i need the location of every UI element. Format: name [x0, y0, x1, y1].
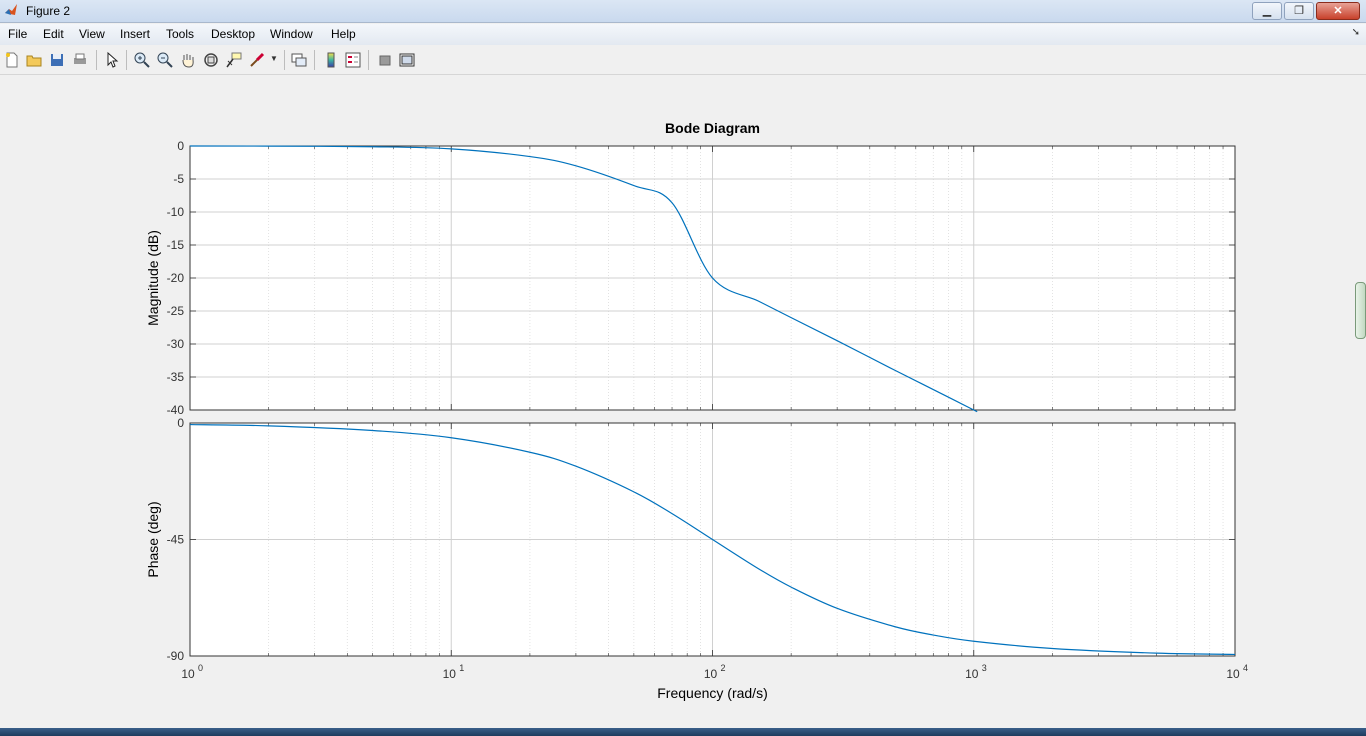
y-axis-label: Magnitude (dB): [145, 230, 161, 326]
x-axis-label: Frequency (rad/s): [657, 685, 767, 701]
y-tick-label: 0: [177, 416, 184, 430]
y-tick-label: -30: [167, 337, 185, 351]
y-tick-label: -5: [173, 172, 184, 186]
x-tick-label: 10: [1226, 667, 1240, 681]
x-tick-label: 10: [704, 667, 718, 681]
x-tick-label: 10: [965, 667, 979, 681]
y-axis-label: Phase (deg): [145, 501, 161, 577]
y-tick-label: -45: [167, 533, 185, 547]
y-tick-label: -90: [167, 649, 185, 663]
x-tick-exponent: 0: [198, 663, 203, 673]
y-tick-label: -15: [167, 238, 185, 252]
x-tick-exponent: 1: [459, 663, 464, 673]
scrollbar-thumb[interactable]: [1355, 282, 1366, 339]
y-tick-label: -35: [167, 370, 185, 384]
y-tick-label: 0: [177, 139, 184, 153]
x-tick-label: 10: [181, 667, 195, 681]
taskbar: [0, 728, 1366, 736]
y-tick-label: -20: [167, 271, 185, 285]
x-tick-exponent: 4: [1243, 663, 1248, 673]
bode-chart[interactable]: Bode Diagram 0 -5 -10 -15 -20 -25 -30 -35 -40 Magn…: [0, 0, 1366, 736]
y-tick-label: -10: [167, 205, 185, 219]
y-tick-label: -40: [167, 403, 185, 417]
x-tick-exponent: 3: [982, 663, 987, 673]
x-tick-label: 10: [443, 667, 457, 681]
chart-title: Bode Diagram: [665, 120, 760, 136]
y-tick-label: -25: [167, 304, 185, 318]
x-tick-exponent: 2: [721, 663, 726, 673]
